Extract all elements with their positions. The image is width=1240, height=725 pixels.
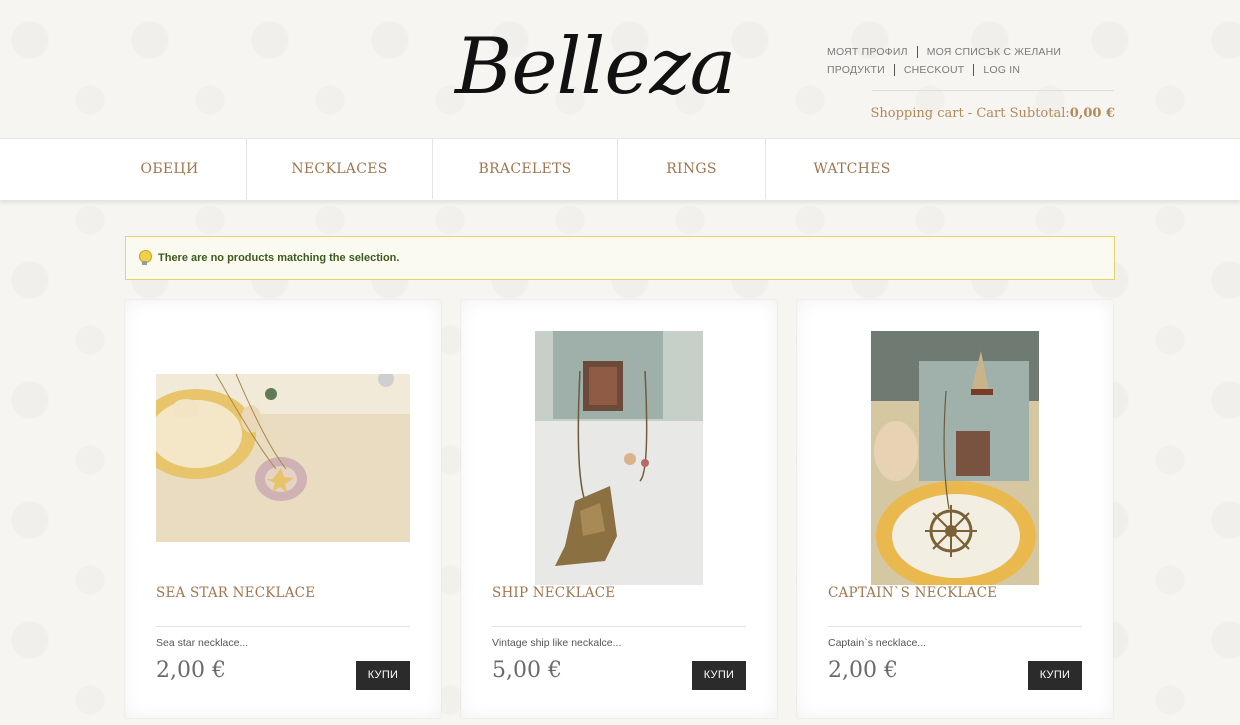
- product-image-captains-necklace[interactable]: [871, 331, 1039, 585]
- lightbulb-icon: [138, 250, 152, 266]
- product-card: SHIP NECKLACE Vintage ship like neckalce…: [461, 300, 777, 718]
- product-description: Sea star necklace...: [156, 637, 249, 649]
- product-description: Vintage ship like neckalce...: [492, 637, 622, 649]
- login-link[interactable]: LOG IN: [973, 64, 1029, 76]
- wishlist-link[interactable]: МОЯ СПИСЪК С ЖЕЛАНИ: [916, 46, 1070, 58]
- product-divider: [492, 626, 746, 627]
- product-price: 2,00 €: [156, 658, 226, 683]
- buy-button[interactable]: КУПИ: [692, 661, 746, 690]
- no-products-notice: There are no products matching the selec…: [125, 236, 1115, 280]
- site-logo[interactable]: Belleza: [455, 22, 755, 112]
- product-description: Captain`s necklace...: [828, 637, 927, 649]
- product-name[interactable]: SHIP NECKLACE: [492, 585, 615, 601]
- checkout-link[interactable]: CHECKOUT: [893, 64, 974, 76]
- product-divider: [156, 626, 410, 627]
- cart-label: Shopping cart - Cart Subtotal:: [870, 106, 1070, 121]
- product-price: 2,00 €: [828, 658, 898, 683]
- product-price: 5,00 €: [492, 658, 562, 683]
- my-profile-link[interactable]: МОЯТ ПРОФИЛ: [827, 46, 917, 58]
- nav-item-bracelets[interactable]: BRACELETS: [433, 139, 618, 199]
- header-divider: [872, 90, 1114, 91]
- product-divider: [828, 626, 1082, 627]
- product-name[interactable]: CAPTAIN`S NECKLACE: [828, 585, 997, 601]
- category-nav: ОБЕЦИ NECKLACES BRACELETS RINGS WATCHES: [0, 138, 1240, 200]
- cart-subtotal: 0,00 €: [1069, 106, 1115, 121]
- product-card: SEA STAR NECKLACE Sea star necklace... 2…: [125, 300, 441, 718]
- notice-text: There are no products matching the selec…: [158, 252, 400, 264]
- nav-item-watches[interactable]: WATCHES: [766, 139, 938, 199]
- buy-button[interactable]: КУПИ: [356, 661, 410, 690]
- product-card: CAPTAIN`S NECKLACE Captain`s necklace...…: [797, 300, 1113, 718]
- nav-item-rings[interactable]: RINGS: [618, 139, 766, 199]
- products-link[interactable]: ПРОДУКТИ: [827, 64, 894, 76]
- shopping-cart-summary[interactable]: Shopping cart - Cart Subtotal:0,00 €: [870, 106, 1115, 121]
- account-links: МОЯТ ПРОФИЛ МОЯ СПИСЪК С ЖЕЛАНИ ПРОДУКТИ…: [827, 43, 1127, 79]
- product-image-sea-star-necklace[interactable]: [156, 374, 410, 542]
- buy-button[interactable]: КУПИ: [1028, 661, 1082, 690]
- product-name[interactable]: SEA STAR NECKLACE: [156, 585, 315, 601]
- site-header: Belleza МОЯТ ПРОФИЛ МОЯ СПИСЪК С ЖЕЛАНИ …: [0, 0, 1240, 138]
- nav-item-necklaces[interactable]: NECKLACES: [247, 139, 433, 199]
- product-image-ship-necklace[interactable]: [535, 331, 703, 585]
- nav-item-earrings[interactable]: ОБЕЦИ: [93, 139, 247, 199]
